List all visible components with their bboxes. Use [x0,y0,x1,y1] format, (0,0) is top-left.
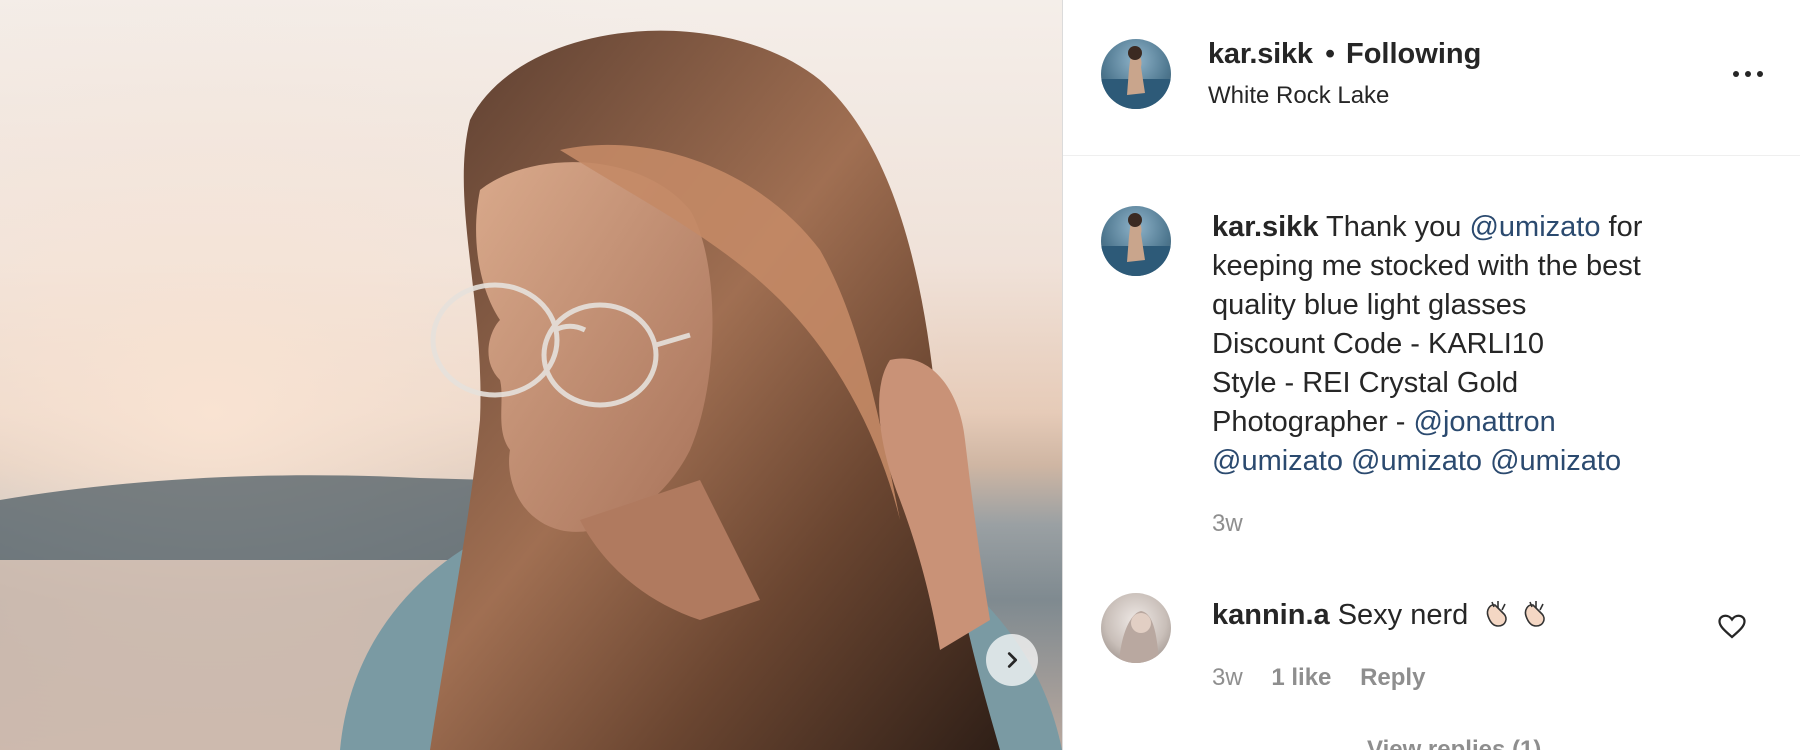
author-username[interactable]: kar.sikk [1208,38,1313,71]
view-replies-label[interactable]: View replies (1) [1367,736,1541,750]
comment-body: kannin.a Sexy nerd [1212,596,1552,632]
post-location[interactable]: White Rock Lake [1208,82,1389,110]
following-button[interactable]: Following [1346,38,1481,71]
caption-text: Thank you [1318,211,1470,243]
more-horizontal-icon-dot [1745,71,1751,77]
caption-username[interactable]: kar.sikk [1212,211,1318,243]
post-panel: kar.sikk • Following White Rock Lake kar… [1062,0,1800,750]
mention-link[interactable]: @umizato [1490,445,1621,477]
post-caption: kar.sikk Thank you @umizato for keeping … [1212,208,1732,481]
caption-timestamp: 3w [1212,510,1243,537]
more-options-button[interactable] [1727,60,1769,88]
caption-photographer-prefix: Photographer - [1212,406,1414,438]
reply-button[interactable]: Reply [1360,664,1425,691]
clapping-hands-icon [1487,601,1508,627]
comment-text: Sexy nerd [1329,599,1477,631]
mention-link[interactable]: @umizato [1212,445,1343,477]
caption-discount-line: Discount Code - KARLI10 [1212,328,1545,360]
more-horizontal-icon-dot [1757,71,1763,77]
carousel-next-button[interactable] [986,634,1038,686]
heart-outline-icon[interactable] [1717,612,1747,642]
comment-timestamp: 3w [1212,664,1243,691]
clapping-hands-icon [1525,601,1546,627]
more-horizontal-icon-dot [1733,71,1739,77]
post-photo [0,0,1062,750]
post-header: kar.sikk • Following White Rock Lake [1063,0,1800,156]
mention-link[interactable]: @umizato [1469,211,1600,243]
chevron-right-icon [1007,652,1018,668]
author-avatar[interactable] [1101,39,1171,109]
comment-meta: 3w 1 like Reply [1212,664,1447,692]
commenter-avatar[interactable] [1101,593,1171,663]
portrait-illustration [0,0,1062,750]
avatar-image [1119,611,1159,663]
avatar-image [1101,213,1171,276]
caption-author-avatar[interactable] [1101,206,1171,276]
caption-style-line: Style - REI Crystal Gold [1212,367,1519,399]
mention-link[interactable]: @umizato [1351,445,1482,477]
separator-dot: • [1325,38,1336,70]
commenter-username[interactable]: kannin.a [1212,599,1330,631]
view-replies-button[interactable]: View replies (1) [1301,736,1541,750]
avatar-image [1101,46,1171,109]
mention-link[interactable]: @jonattron [1414,406,1556,438]
comment-likes-count[interactable]: 1 like [1271,664,1331,691]
